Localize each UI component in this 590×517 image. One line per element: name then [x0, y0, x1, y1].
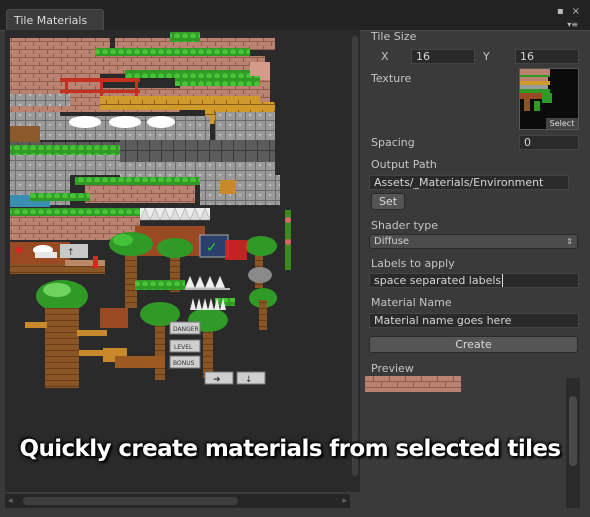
- kebab-menu-icon[interactable]: ▾≡: [567, 20, 578, 29]
- sign-danger: DANGER: [173, 326, 199, 333]
- spacing-field[interactable]: 0: [519, 135, 579, 150]
- tab-bar: Tile Materials ▪ × ▾≡: [0, 0, 590, 30]
- labels-label: Labels to apply: [371, 257, 455, 270]
- settings-panel: Tile Size X 16 Y 16 Texture Select Spaci…: [365, 30, 580, 500]
- tile-size-x-label: X: [381, 50, 389, 63]
- sign-level: LEVEL: [174, 344, 193, 351]
- window-controls: ▪ ×: [557, 6, 580, 17]
- scrollbar-thumb[interactable]: [352, 36, 358, 476]
- chevron-updown-icon: ⇕: [566, 237, 573, 246]
- material-name-label: Material Name: [371, 296, 452, 309]
- svg-text:↑: ↑: [67, 248, 75, 258]
- svg-text:✓: ✓: [206, 240, 218, 256]
- texture-slot[interactable]: Select: [519, 68, 579, 130]
- caption-overlay: Quickly create materials from selected t…: [19, 436, 562, 462]
- material-name-field[interactable]: Material name goes here: [369, 313, 579, 328]
- tilesheet-vertical-scrollbar[interactable]: [350, 30, 360, 492]
- svg-text:↓: ↓: [245, 375, 253, 385]
- texture-label: Texture: [371, 72, 412, 85]
- shader-type-value: Diffuse: [374, 236, 410, 247]
- maximize-icon[interactable]: ▪: [557, 6, 564, 17]
- tilesheet-image[interactable]: ✓ ↑ DANGER LEVEL BONUS ➜ ↓: [5, 30, 350, 492]
- spacing-label: Spacing: [371, 136, 415, 149]
- tile-size-y-field[interactable]: 16: [515, 49, 579, 64]
- tile-size-y-label: Y: [483, 50, 490, 63]
- output-path-label: Output Path: [371, 158, 437, 171]
- tile-size-x-field[interactable]: 16: [411, 49, 475, 64]
- tile-size-label: Tile Size: [371, 30, 417, 43]
- texture-select-button[interactable]: Select: [546, 118, 578, 129]
- labels-value: space separated labels: [374, 274, 502, 287]
- output-path-field[interactable]: Assets/_Materials/Environment: [369, 175, 569, 190]
- tilesheet-view[interactable]: ✓ ↑ DANGER LEVEL BONUS ➜ ↓: [5, 30, 350, 492]
- preview-label: Preview: [371, 362, 414, 375]
- scroll-left-icon[interactable]: ◂: [8, 496, 13, 506]
- labels-field[interactable]: space separated labels: [369, 273, 579, 288]
- sign-bonus: BONUS: [173, 360, 195, 367]
- scrollbar-thumb[interactable]: [23, 497, 238, 505]
- svg-text:➜: ➜: [213, 375, 221, 385]
- tab-tile-materials[interactable]: Tile Materials: [6, 9, 104, 30]
- close-icon[interactable]: ×: [572, 6, 580, 17]
- material-preview: [365, 376, 461, 392]
- texture-thumbnail: [520, 69, 552, 111]
- tilesheet-horizontal-scrollbar[interactable]: ◂ ▸: [5, 494, 350, 508]
- shader-type-select[interactable]: Diffuse ⇕: [369, 234, 578, 249]
- tab-title: Tile Materials: [14, 14, 88, 27]
- set-path-button[interactable]: Set: [371, 193, 405, 210]
- create-button[interactable]: Create: [369, 336, 578, 353]
- text-cursor: [502, 274, 504, 287]
- shader-type-label: Shader type: [371, 219, 439, 232]
- scroll-right-icon[interactable]: ▸: [342, 496, 347, 506]
